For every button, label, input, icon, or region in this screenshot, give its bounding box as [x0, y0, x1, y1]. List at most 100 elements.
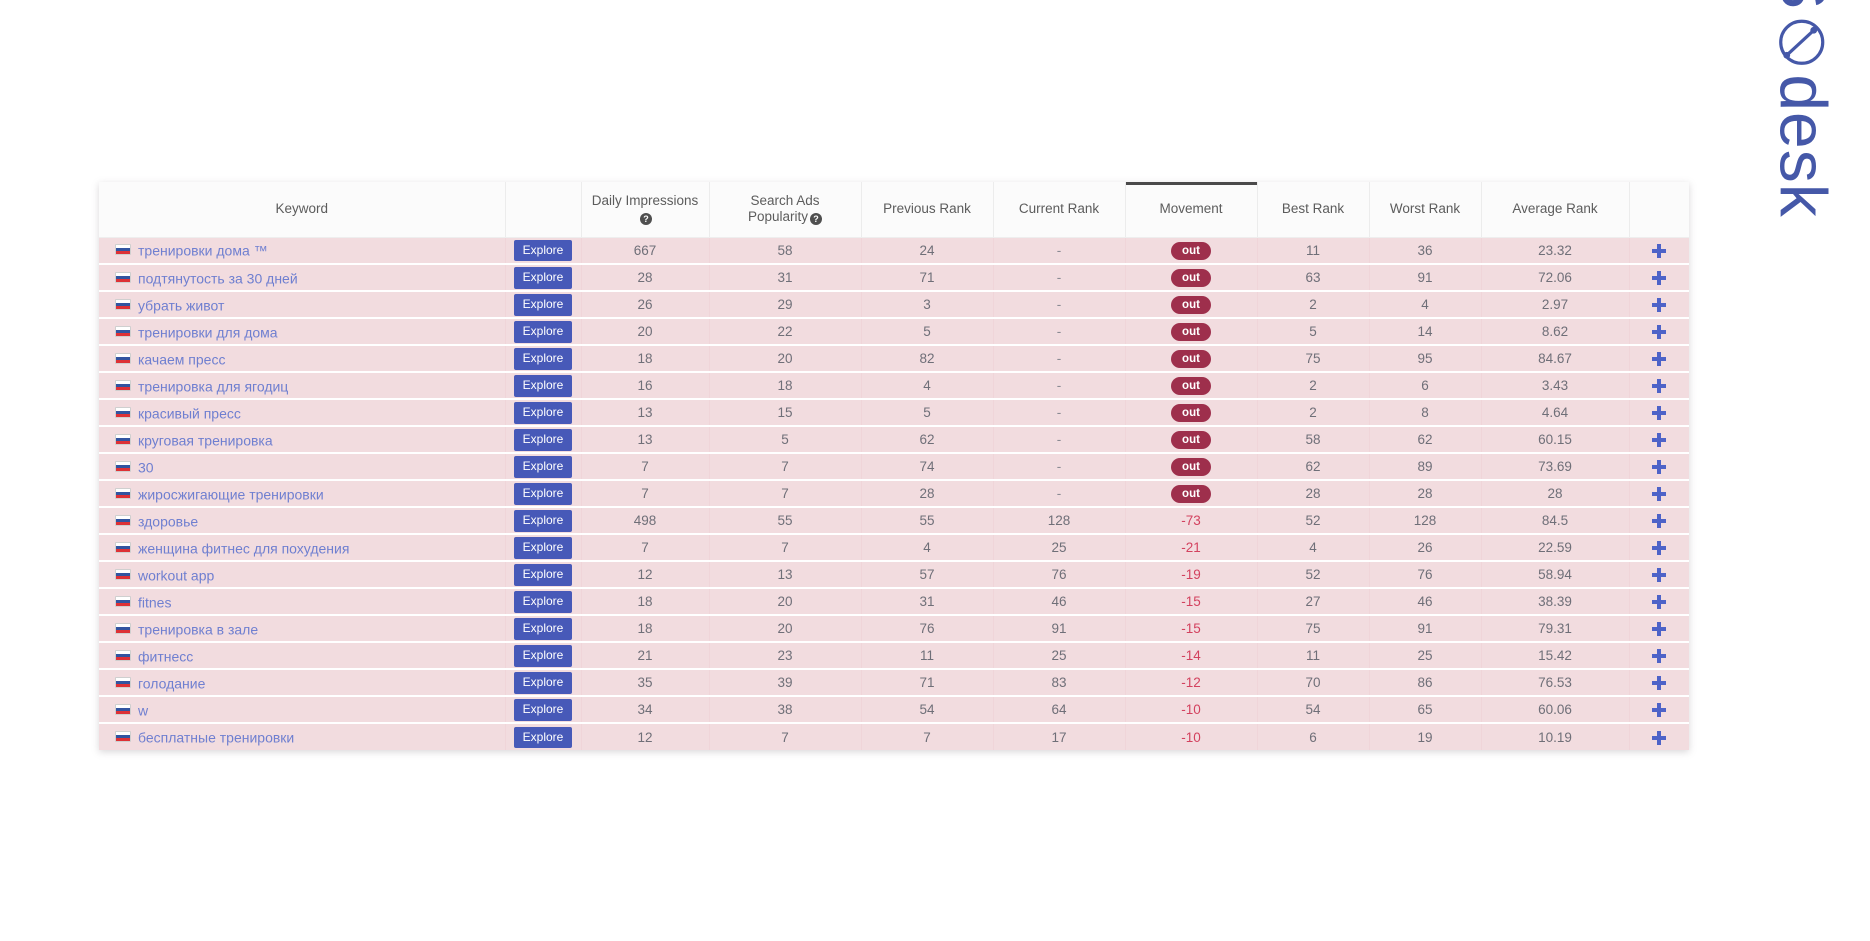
keyword-link[interactable]: тренировка для ягодиц — [138, 378, 288, 394]
explore-button[interactable]: Explore — [513, 510, 573, 532]
table-row[interactable]: w Explore 34 38 54 64 -10 54 65 60.06 — [99, 696, 1689, 725]
table-row[interactable]: 30 Explore 7 7 74- out 62 89 73.69 — [99, 453, 1689, 482]
explore-button[interactable]: Explore — [513, 239, 573, 262]
explore-button[interactable]: Explore — [513, 348, 573, 370]
table-row[interactable]: тренировка в зале Explore 18 20 76 91 -15 75 91 7… — [99, 615, 1689, 644]
cell-previous-rank: 62 — [861, 426, 994, 455]
explore-button[interactable]: Explore — [513, 699, 573, 721]
table-row[interactable]: тренировки дома ™ Explore 667 58 24- out 11 36 2… — [99, 237, 1689, 266]
cell-current-rank: - — [993, 345, 1126, 374]
help-icon[interactable]: ? — [640, 212, 652, 225]
explore-button[interactable]: Explore — [513, 267, 573, 289]
column-header-keyword[interactable]: Keyword — [99, 182, 506, 238]
keyword-link[interactable]: бесплатные тренировки — [138, 730, 294, 746]
keyword-link[interactable]: w — [138, 702, 148, 718]
table-row[interactable]: качаем пресс Explore 18 20 82- out 75 95 84.67 — [99, 345, 1689, 374]
keyword-link[interactable]: тренировки дома ™ — [138, 243, 268, 259]
explore-button[interactable]: Explore — [513, 375, 573, 397]
table-row[interactable]: фитнесс Explore 21 23 11 25 -14 11 25 15.42 — [99, 642, 1689, 671]
cell-daily-impressions: 18 — [581, 588, 710, 617]
plus-icon[interactable] — [1651, 297, 1667, 313]
keyword-link[interactable]: 30 — [138, 459, 154, 475]
help-icon[interactable]: ? — [810, 212, 823, 225]
explore-button[interactable]: Explore — [513, 402, 573, 424]
column-header-search-ads-popularity[interactable]: Search Ads Popularity? — [709, 182, 862, 238]
table-row[interactable]: круговая тренировка Explore 13 5 62- out 58 62 6… — [99, 426, 1689, 455]
table-row[interactable]: красивый пресс Explore 13 15 5- out 2 8 4.64 — [99, 399, 1689, 428]
keyword-link[interactable]: фитнесс — [138, 648, 193, 664]
plus-icon[interactable] — [1651, 324, 1667, 340]
plus-icon[interactable] — [1651, 730, 1667, 746]
plus-icon[interactable] — [1651, 648, 1667, 664]
column-header-best-rank[interactable]: Best Rank — [1257, 182, 1370, 238]
plus-icon[interactable] — [1651, 702, 1667, 718]
plus-icon[interactable] — [1651, 540, 1667, 556]
plus-icon[interactable] — [1651, 351, 1667, 367]
table-row[interactable]: fitnes Explore 18 20 31 46 -15 27 46 38.39 — [99, 588, 1689, 617]
cell-movement: -10 — [1125, 696, 1258, 725]
table-row[interactable]: убрать живот Explore 26 29 3- out 2 4 2.97 — [99, 291, 1689, 320]
table-row[interactable]: тренировки для дома Explore 20 22 5- out 5 14 8.… — [99, 318, 1689, 347]
cell-average-rank: 79.31 — [1481, 615, 1630, 644]
plus-icon[interactable] — [1651, 486, 1667, 502]
explore-button[interactable]: Explore — [513, 591, 573, 613]
cell-previous-rank: 76 — [861, 615, 994, 644]
cell-add — [1629, 642, 1689, 671]
explore-button[interactable]: Explore — [513, 618, 573, 640]
plus-icon[interactable] — [1651, 243, 1667, 259]
keyword-link[interactable]: убрать живот — [138, 297, 224, 313]
column-header-current-rank[interactable]: Current Rank — [993, 182, 1126, 238]
explore-button[interactable]: Explore — [513, 726, 573, 749]
explore-button[interactable]: Explore — [513, 456, 573, 478]
table-row[interactable]: жиросжигающие тренировки Explore 7 7 28- out 2… — [99, 480, 1689, 509]
plus-icon[interactable] — [1651, 459, 1667, 475]
explore-button[interactable]: Explore — [513, 294, 573, 316]
table-row[interactable]: подтянутость за 30 дней Explore 28 31 71- out… — [99, 264, 1689, 293]
keyword-link[interactable]: круговая тренировка — [138, 432, 273, 448]
explore-button[interactable]: Explore — [513, 564, 573, 586]
plus-icon[interactable] — [1651, 405, 1667, 421]
explore-button[interactable]: Explore — [513, 645, 573, 667]
plus-icon[interactable] — [1651, 594, 1667, 610]
keyword-link[interactable]: fitnes — [138, 594, 171, 610]
keyword-link[interactable]: жиросжигающие тренировки — [138, 486, 324, 502]
cell-average-rank: 22.59 — [1481, 534, 1630, 563]
table-row[interactable]: тренировка для ягодиц Explore 16 18 4- out 2 6 3… — [99, 372, 1689, 401]
table-row[interactable]: женщина фитнес для похудения Explore 7 7 4 25… — [99, 534, 1689, 563]
plus-icon[interactable] — [1651, 621, 1667, 637]
column-header-previous-rank[interactable]: Previous Rank — [861, 182, 994, 238]
plus-icon[interactable] — [1651, 270, 1667, 286]
plus-icon[interactable] — [1651, 567, 1667, 583]
keyword-link[interactable]: женщина фитнес для похудения — [138, 540, 349, 556]
column-header-average-rank[interactable]: Average Rank — [1481, 182, 1630, 238]
cell-worst-rank: 95 — [1369, 345, 1482, 374]
keyword-link[interactable]: workout app — [138, 567, 214, 583]
table-header: Keyword Daily Impressions ? Search Ads P… — [99, 182, 1689, 238]
keyword-link[interactable]: здоровье — [138, 513, 198, 529]
keyword-link[interactable]: тренировка в зале — [138, 621, 258, 637]
keyword-link[interactable]: голодание — [138, 675, 205, 691]
keyword-link[interactable]: красивый пресс — [138, 405, 241, 421]
table-row[interactable]: здоровье Explore 498 55 55 128 -73 52 128 84.5 — [99, 507, 1689, 536]
explore-button[interactable]: Explore — [513, 537, 573, 559]
cell-search-ads-popularity: 7 — [709, 723, 862, 751]
keyword-link[interactable]: качаем пресс — [138, 351, 225, 367]
column-header-movement[interactable]: Movement — [1125, 182, 1258, 238]
table-row[interactable]: workout app Explore 12 13 57 76 -19 52 76 58.94 — [99, 561, 1689, 590]
keyword-link[interactable]: подтянутость за 30 дней — [138, 270, 298, 286]
plus-icon[interactable] — [1651, 432, 1667, 448]
explore-button[interactable]: Explore — [513, 672, 573, 694]
column-header-daily-impressions[interactable]: Daily Impressions ? — [581, 182, 710, 238]
column-header-worst-rank[interactable]: Worst Rank — [1369, 182, 1482, 238]
keyword-link[interactable]: тренировки для дома — [138, 324, 278, 340]
plus-icon[interactable] — [1651, 378, 1667, 394]
table-row[interactable]: голодание Explore 35 39 71 83 -12 70 86 76.53 — [99, 669, 1689, 698]
explore-button[interactable]: Explore — [513, 483, 573, 505]
cell-movement: out — [1125, 480, 1258, 509]
cell-add — [1629, 588, 1689, 617]
explore-button[interactable]: Explore — [513, 321, 573, 343]
explore-button[interactable]: Explore — [513, 429, 573, 451]
plus-icon[interactable] — [1651, 675, 1667, 691]
plus-icon[interactable] — [1651, 513, 1667, 529]
table-row[interactable]: бесплатные тренировки Explore 12 7 7 17 -10 6 19… — [99, 723, 1689, 751]
